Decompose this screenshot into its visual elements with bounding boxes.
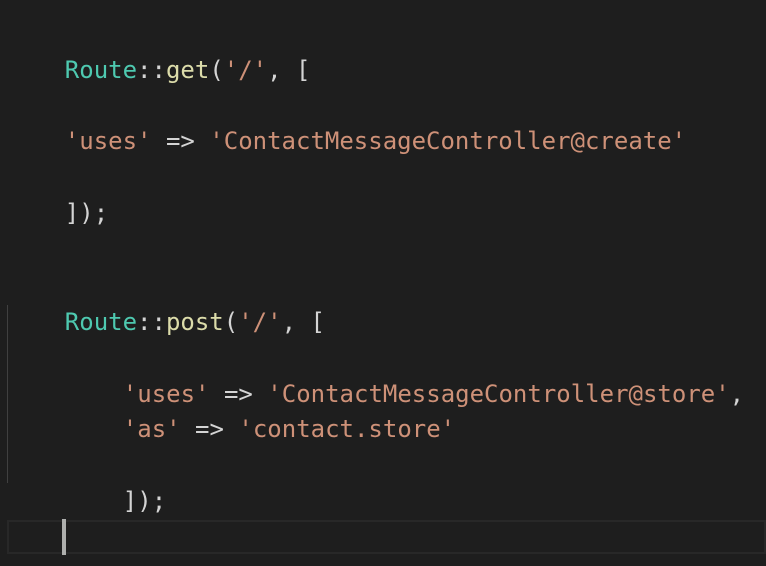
code-line-close-post[interactable]: ]); — [65, 447, 166, 515]
open-bracket-token: , [ — [281, 308, 325, 336]
current-line-highlight[interactable] — [7, 520, 766, 554]
scope-operator-token: :: — [137, 308, 166, 336]
get-method-token: get — [165, 56, 210, 84]
uses-key-token: 'uses' — [64, 127, 152, 155]
text-cursor — [62, 519, 66, 555]
code-line-uses-create[interactable]: 'uses' => 'ContactMessageController@crea… — [7, 87, 686, 155]
code-line-route-get[interactable]: Route::get('/', [ — [7, 16, 311, 84]
code-line-route-post[interactable]: Route::post('/', [ — [7, 268, 325, 336]
code-line-uses-store[interactable]: 'uses' => 'ContactMessageController@stor… — [65, 340, 744, 408]
path-string-token: '/' — [223, 56, 268, 84]
arrow-operator-token: => — [151, 127, 210, 155]
comma-token: , — [729, 380, 745, 408]
route-class-token: Route — [64, 56, 138, 84]
code-editor[interactable]: Route::get('/', [ 'uses' => 'ContactMess… — [0, 0, 766, 566]
close-bracket-token: ]); — [122, 487, 167, 515]
post-method-token: post — [165, 308, 224, 336]
code-line-close-get[interactable]: ]); — [7, 159, 108, 227]
open-paren-token: ( — [209, 56, 224, 84]
open-paren-token: ( — [223, 308, 239, 336]
code-line-as-name[interactable]: 'as' => 'contact.store' — [65, 375, 455, 443]
path-string-token: '/' — [238, 308, 282, 336]
close-bracket-token: ]); — [64, 199, 109, 227]
controller-create-string: 'ContactMessageController@create' — [209, 127, 687, 155]
scope-operator-token: :: — [137, 56, 166, 84]
arrow-operator-token: => — [180, 415, 239, 443]
route-name-string: 'contact.store' — [238, 415, 456, 443]
as-key-token: 'as' — [122, 415, 181, 443]
open-bracket-token: , [ — [267, 56, 311, 84]
route-class-token: Route — [64, 308, 138, 336]
